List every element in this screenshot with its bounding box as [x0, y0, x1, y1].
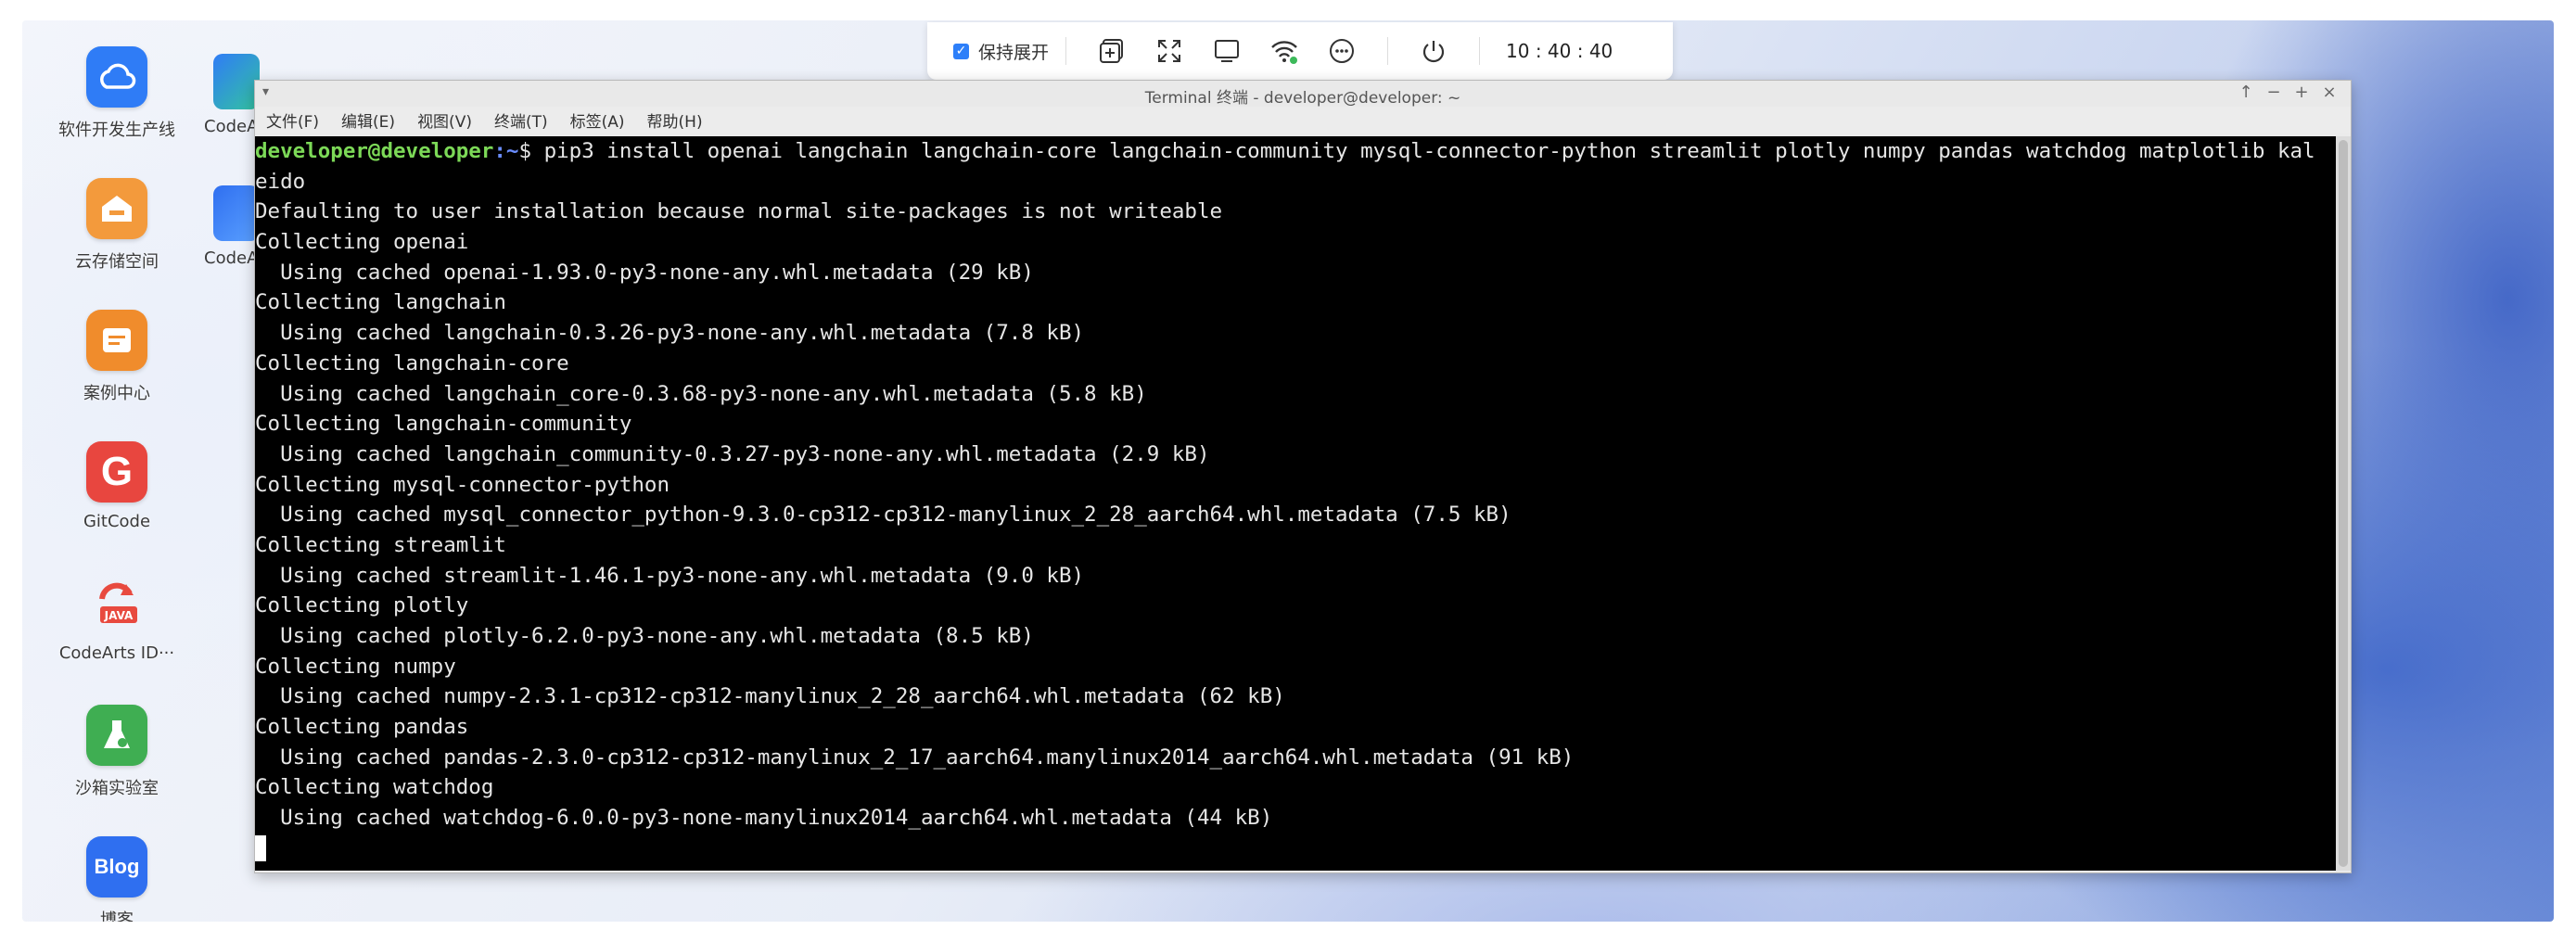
- desktop-icon-label: 案例中心: [83, 384, 150, 403]
- output-line: Using cached pandas-2.3.0-cp312-cp312-ma…: [255, 745, 1575, 770]
- title-bar[interactable]: ▾ Terminal 终端 - developer@developer: ~ ↑…: [255, 81, 2351, 108]
- output-line: Collecting plotly: [255, 593, 469, 618]
- svg-text:JAVA: JAVA: [104, 609, 134, 622]
- clock: 10 : 40 : 40: [1506, 40, 1613, 62]
- desktop-icon-devops[interactable]: 软件开发生产线: [43, 46, 191, 141]
- keep-expanded-checkbox[interactable]: ✓ 保持展开: [953, 39, 1049, 64]
- fullscreen-icon[interactable]: [1152, 33, 1187, 69]
- menu-help[interactable]: 帮助(H): [647, 108, 703, 132]
- output-line: Using cached langchain-0.3.26-py3-none-a…: [255, 321, 1085, 346]
- menu-edit[interactable]: 编辑(E): [341, 108, 395, 132]
- output-line: Using cached plotly-6.2.0-py3-none-any.w…: [255, 624, 1034, 648]
- desktop-icon-label: 沙箱实验室: [75, 779, 159, 798]
- terminal-output[interactable]: developer@developer:~$ pip3 install open…: [255, 136, 2336, 871]
- storage-icon: [86, 178, 147, 239]
- command-text: pip3 install openai langchain langchain-…: [543, 139, 2315, 163]
- output-line: Using cached mysql_connector_python-9.3.…: [255, 503, 1511, 528]
- wifi-icon[interactable]: [1267, 33, 1302, 69]
- output-lines: eido Defaulting to user installation beca…: [255, 167, 2336, 834]
- desktop: 软件开发生产线 云存储空间 案例中心 G GitCode JAVA CodeAr…: [22, 20, 2554, 922]
- output-line: Using cached numpy-2.3.1-cp312-cp312-man…: [255, 684, 1285, 709]
- divider: [1479, 37, 1481, 65]
- prompt-symbol: $: [518, 139, 544, 163]
- desktop-icon-label: 博客: [100, 910, 134, 922]
- output-line: Collecting langchain: [255, 290, 506, 315]
- output-line: Using cached watchdog-6.0.0-py3-none-man…: [255, 806, 1273, 831]
- output-line: Collecting langchain-core: [255, 350, 569, 376]
- window-controls: ↑ − + ×: [2232, 83, 2343, 102]
- close-icon[interactable]: ×: [2315, 83, 2343, 102]
- command-line: developer@developer:~$ pip3 install open…: [255, 136, 2336, 167]
- output-line: Collecting streamlit: [255, 532, 506, 557]
- window-title: Terminal 终端 - developer@developer: ~: [1144, 89, 1461, 108]
- output-line: Collecting openai: [255, 230, 469, 255]
- terminal-window: ▾ Terminal 终端 - developer@developer: ~ ↑…: [254, 80, 2352, 873]
- output-line: Collecting watchdog: [255, 775, 494, 800]
- divider: [1065, 37, 1067, 65]
- keep-expanded-label: 保持展开: [978, 42, 1050, 63]
- desktop-icon-label: GitCode: [83, 512, 151, 531]
- divider: [1387, 37, 1389, 65]
- gitcode-icon: G: [86, 441, 147, 503]
- document-icon: [86, 310, 147, 371]
- menu-view[interactable]: 视图(V): [417, 108, 472, 132]
- output-line: Collecting mysql-connector-python: [255, 472, 670, 497]
- desktop-icon-label: CodeArts ID···: [58, 643, 175, 663]
- desktop-icon-case-center[interactable]: 案例中心: [43, 310, 191, 404]
- desktop-icon-label: 软件开发生产线: [58, 121, 175, 140]
- output-line: Collecting langchain-community: [255, 412, 632, 437]
- screen-icon[interactable]: [1209, 33, 1244, 69]
- menu-tabs[interactable]: 标签(A): [570, 108, 625, 132]
- maximize-icon[interactable]: +: [2288, 83, 2315, 102]
- cursor-line: [255, 834, 2336, 864]
- desktop-icon-sandbox-lab[interactable]: 沙箱实验室: [43, 705, 191, 799]
- java-icon: JAVA: [86, 573, 147, 634]
- menu-terminal[interactable]: 终端(T): [494, 108, 548, 132]
- add-window-icon[interactable]: [1094, 33, 1129, 69]
- output-line: Using cached langchain_community-0.3.27-…: [255, 441, 1210, 466]
- cloud-icon: [86, 46, 147, 108]
- prompt-user: developer@developer: [255, 139, 494, 163]
- desktop-icon-codearts-java[interactable]: JAVA CodeArts ID···: [43, 573, 191, 663]
- output-line: Using cached streamlit-1.46.1-py3-none-a…: [255, 563, 1085, 588]
- text-cursor: [255, 835, 266, 862]
- keep-above-icon[interactable]: ↑: [2232, 83, 2260, 102]
- output-line: Collecting pandas: [255, 715, 469, 740]
- menu-file[interactable]: 文件(F): [266, 108, 319, 132]
- checkmark-icon: ✓: [953, 43, 969, 59]
- output-line: eido: [255, 169, 306, 194]
- desktop-icon-cloud-storage[interactable]: 云存储空间: [43, 178, 191, 273]
- more-icon[interactable]: [1324, 33, 1359, 69]
- output-line: Using cached openai-1.93.0-py3-none-any.…: [255, 260, 1034, 285]
- output-line: Using cached langchain_core-0.3.68-py3-n…: [255, 381, 1147, 406]
- output-line: Collecting numpy: [255, 654, 456, 679]
- remote-toolbar: ✓ 保持展开 10 : 40 : 40: [927, 22, 1673, 80]
- scrollbar[interactable]: [2336, 136, 2351, 871]
- output-line: Defaulting to user installation because …: [255, 199, 1223, 224]
- prompt-path: :~: [493, 139, 519, 163]
- desktop-icon-blog[interactable]: Blog 博客: [43, 836, 191, 922]
- desktop-icon-gitcode[interactable]: G GitCode: [43, 441, 191, 531]
- codearts-icon: [213, 185, 260, 241]
- power-icon[interactable]: [1416, 33, 1451, 69]
- scrollbar-thumb[interactable]: [2339, 140, 2348, 867]
- menu-bar: 文件(F) 编辑(E) 视图(V) 终端(T) 标签(A) 帮助(H): [255, 107, 2351, 133]
- blog-icon: Blog: [86, 836, 147, 897]
- minimize-icon[interactable]: −: [2260, 83, 2288, 102]
- flask-icon: [86, 705, 147, 766]
- codearts-icon: [213, 54, 260, 109]
- desktop-icon-label: 云存储空间: [75, 252, 159, 272]
